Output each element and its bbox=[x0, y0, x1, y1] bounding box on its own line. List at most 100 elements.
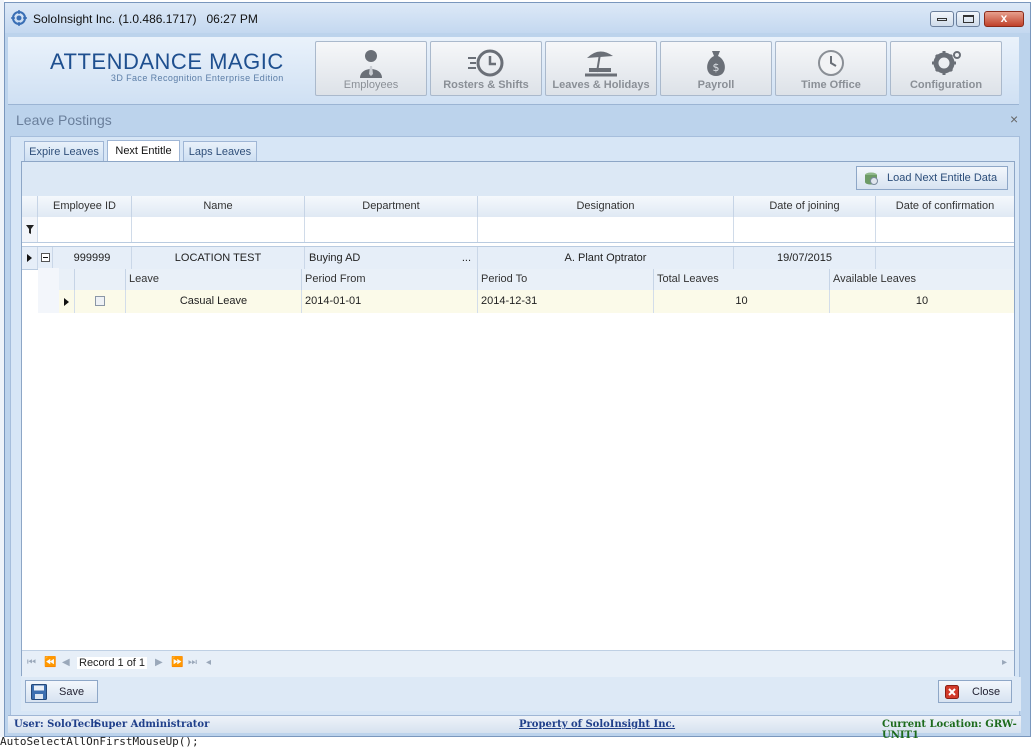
grid-toolbar: Load Next Entitle Data bbox=[22, 162, 1014, 197]
clock-icon bbox=[468, 49, 504, 77]
nav-leaves-holidays[interactable]: Leaves & Holidays bbox=[545, 41, 657, 96]
tab-laps-leaves[interactable]: Laps Leaves bbox=[183, 141, 257, 161]
detail-col-leave[interactable]: Leave bbox=[126, 269, 302, 290]
nav-payroll[interactable]: $ Payroll bbox=[660, 41, 772, 96]
wall-clock-icon bbox=[818, 50, 844, 76]
app-logo-icon bbox=[11, 10, 27, 26]
detail-cell-period-from[interactable]: 2014-01-01 bbox=[302, 290, 478, 313]
row-indicator bbox=[22, 247, 38, 269]
filter-indicator bbox=[22, 217, 38, 242]
detail-col-period-from[interactable]: Period From bbox=[302, 269, 478, 290]
load-data-icon bbox=[865, 172, 878, 185]
nav-label: Employees bbox=[343, 79, 399, 91]
filter-designation[interactable] bbox=[478, 217, 734, 242]
col-employee-id[interactable]: Employee ID bbox=[38, 196, 132, 217]
cell-date-of-confirmation[interactable] bbox=[876, 247, 1014, 269]
cell-designation[interactable]: A. Plant Optrator bbox=[478, 247, 734, 269]
nav-employees[interactable]: Employees bbox=[315, 41, 427, 96]
action-bar: Save Close bbox=[21, 677, 1021, 711]
filter-employee-id[interactable] bbox=[38, 217, 132, 242]
table-row[interactable]: 999999 LOCATION TEST Buying AD ... A. Pl… bbox=[22, 246, 1014, 270]
row-pointer-icon bbox=[64, 298, 69, 306]
maximize-icon bbox=[963, 15, 974, 23]
window-title: SoloInsight Inc. (1.0.486.1717) 06:27 PM bbox=[33, 12, 258, 26]
maximize-button[interactable] bbox=[956, 11, 980, 27]
detail-row[interactable]: Casual Leave 2014-01-01 2014-12-31 10 10 bbox=[59, 290, 1014, 314]
close-red-icon bbox=[945, 685, 959, 699]
cell-name[interactable]: LOCATION TEST bbox=[132, 247, 305, 269]
record-counter: Record 1 of 1 bbox=[77, 657, 148, 669]
scroll-right-button[interactable]: ▸ bbox=[1002, 657, 1007, 668]
detail-col-available-leaves[interactable]: Available Leaves bbox=[830, 269, 1014, 290]
status-location: Current Location: GRW-UNIT1 bbox=[882, 719, 1017, 741]
row-pointer-icon bbox=[27, 254, 32, 262]
col-name[interactable]: Name bbox=[132, 196, 305, 217]
filter-department[interactable] bbox=[305, 217, 478, 242]
nav-time-office[interactable]: Time Office bbox=[775, 41, 887, 96]
cell-department[interactable]: Buying AD ... bbox=[305, 247, 478, 269]
cell-employee-id[interactable]: 999999 bbox=[53, 247, 132, 269]
load-next-entitle-button[interactable]: Load Next Entitle Data bbox=[856, 166, 1008, 190]
panel-close-button[interactable]: × bbox=[1010, 111, 1018, 127]
nav-configuration[interactable]: Configuration bbox=[890, 41, 1002, 96]
next-page-button[interactable]: ⏩ bbox=[171, 657, 183, 668]
save-button[interactable]: Save bbox=[25, 680, 98, 703]
status-property-link[interactable]: Property of SoloInsight Inc. bbox=[519, 719, 675, 730]
detail-indicator-header bbox=[59, 269, 75, 290]
col-date-of-confirmation[interactable]: Date of confirmation bbox=[876, 196, 1014, 217]
indicator-header bbox=[22, 196, 38, 217]
nav-rosters-shifts[interactable]: Rosters & Shifts bbox=[430, 41, 542, 96]
svg-text:$: $ bbox=[713, 61, 720, 74]
detail-col-period-to[interactable]: Period To bbox=[478, 269, 654, 290]
detail-col-total-leaves[interactable]: Total Leaves bbox=[654, 269, 830, 290]
detail-indent bbox=[38, 268, 59, 313]
logo-title: ATTENDANCE MAGIC bbox=[50, 49, 284, 74]
row-checkbox[interactable] bbox=[95, 296, 105, 306]
nav-label: Leaves & Holidays bbox=[552, 79, 650, 91]
tab-content: Load Next Entitle Data Employee ID Name … bbox=[21, 161, 1015, 677]
expand-collapse-button[interactable] bbox=[38, 247, 53, 269]
tab-next-entitle[interactable]: Next Entitle bbox=[107, 140, 180, 162]
money-bag-icon: $ bbox=[707, 51, 725, 76]
filter-date-of-joining[interactable] bbox=[734, 217, 876, 242]
detail-cell-total-leaves[interactable]: 10 bbox=[654, 290, 830, 313]
nav-label: Payroll bbox=[697, 79, 735, 91]
filter-date-of-confirmation[interactable] bbox=[876, 217, 1014, 242]
cell-date-of-joining[interactable]: 19/07/2015 bbox=[734, 247, 876, 269]
tab-expire-leaves[interactable]: Expire Leaves bbox=[24, 141, 104, 161]
nav-label: Configuration bbox=[909, 79, 983, 91]
close-icon: x bbox=[1000, 11, 1008, 25]
col-designation[interactable]: Designation bbox=[478, 196, 734, 217]
minimize-icon bbox=[937, 18, 947, 21]
detail-cell-available-leaves[interactable]: 10 bbox=[830, 290, 1014, 313]
grid-empty-area bbox=[22, 313, 1014, 631]
department-lookup-button[interactable]: ... bbox=[462, 247, 471, 269]
prev-record-button[interactable]: ◀ bbox=[62, 657, 70, 668]
detail-grid-header: Leave Period From Period To Total Leaves… bbox=[59, 269, 1014, 291]
scroll-left-button[interactable]: ◂ bbox=[206, 657, 211, 668]
filter-row bbox=[22, 217, 1014, 243]
detail-cell-period-to[interactable]: 2014-12-31 bbox=[478, 290, 654, 313]
save-icon bbox=[31, 684, 47, 700]
filter-name[interactable] bbox=[132, 217, 305, 242]
first-record-button[interactable]: ⏮ bbox=[27, 657, 36, 668]
last-record-button[interactable]: ⏭ bbox=[188, 657, 197, 668]
gear-icon bbox=[932, 51, 961, 75]
close-label: Close bbox=[972, 686, 1001, 698]
status-bar: User: SoloTech Super Administrator Prope… bbox=[8, 715, 1021, 741]
department-value: Buying AD bbox=[309, 252, 361, 264]
detail-cell-leave[interactable]: Casual Leave bbox=[126, 290, 302, 313]
nav-label: Rosters & Shifts bbox=[443, 79, 529, 91]
close-button[interactable]: Close bbox=[938, 680, 1012, 703]
detail-select-cell[interactable] bbox=[75, 290, 126, 313]
next-record-button[interactable]: ▶ bbox=[155, 657, 163, 668]
col-department[interactable]: Department bbox=[305, 196, 478, 217]
background-code: AutoSelectAllOnFirstMouseUp(); bbox=[0, 735, 1035, 749]
minimize-button[interactable] bbox=[930, 11, 954, 27]
beach-icon bbox=[585, 51, 617, 77]
grid-header: Employee ID Name Department Designation … bbox=[22, 196, 1014, 218]
prev-page-button[interactable]: ⏪ bbox=[44, 657, 56, 668]
detail-select-header bbox=[75, 269, 126, 290]
close-window-button[interactable]: x bbox=[984, 11, 1024, 27]
col-date-of-joining[interactable]: Date of joining bbox=[734, 196, 876, 217]
